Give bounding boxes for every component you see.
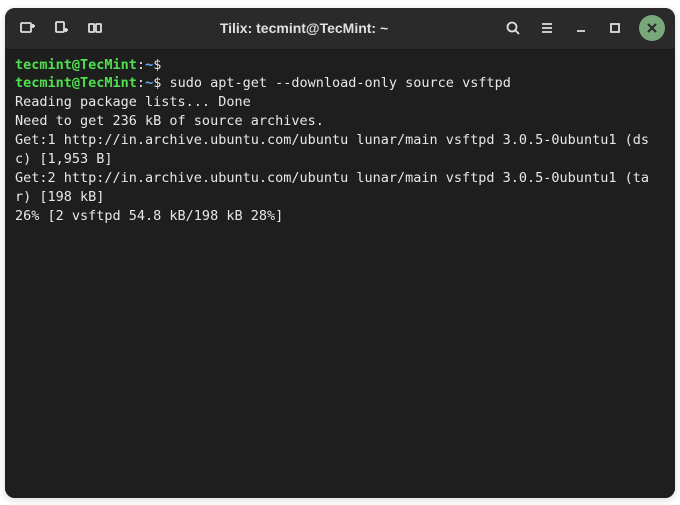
new-terminal-button[interactable] bbox=[11, 12, 43, 44]
window-title: Tilix: tecmint@TecMint: ~ bbox=[111, 20, 497, 36]
terminal-output-line: Get:1 http://in.archive.ubuntu.com/ubunt… bbox=[15, 131, 665, 169]
output-text: 26% [2 vsftpd 54.8 kB/198 kB 28%] bbox=[15, 208, 283, 224]
split-terminal-button[interactable] bbox=[79, 12, 111, 44]
output-text: Get:1 http://in.archive.ubuntu.com/ubunt… bbox=[15, 132, 649, 167]
prompt-command: sudo apt-get --download-only source vsft… bbox=[169, 75, 510, 91]
split-terminal-icon bbox=[87, 20, 103, 36]
terminal-body[interactable]: tecmint@TecMint:~$ tecmint@TecMint:~$ su… bbox=[5, 50, 675, 498]
close-button[interactable] bbox=[639, 15, 665, 41]
terminal-output-line: Get:2 http://in.archive.ubuntu.com/ubunt… bbox=[15, 169, 665, 207]
terminal-output-line: Need to get 236 kB of source archives. bbox=[15, 112, 665, 131]
prompt-dollar: $ bbox=[153, 75, 169, 91]
close-icon bbox=[646, 22, 658, 34]
terminal-output-line: 26% [2 vsftpd 54.8 kB/198 kB 28%] bbox=[15, 207, 665, 226]
titlebar-left-controls bbox=[11, 12, 111, 44]
output-text: Get:2 http://in.archive.ubuntu.com/ubunt… bbox=[15, 170, 649, 205]
prompt-path: ~ bbox=[145, 75, 153, 91]
prompt-user: tecmint@TecMint bbox=[15, 75, 137, 91]
hamburger-menu-icon bbox=[539, 20, 555, 36]
maximize-button[interactable] bbox=[599, 12, 631, 44]
minimize-button[interactable] bbox=[565, 12, 597, 44]
output-text: Reading package lists... Done bbox=[15, 94, 251, 110]
prompt-colon: : bbox=[137, 75, 145, 91]
terminal-window: Tilix: tecmint@TecMint: ~ bbox=[5, 8, 675, 498]
new-terminal-icon bbox=[19, 20, 35, 36]
prompt-dollar: $ bbox=[153, 57, 169, 73]
output-text: Need to get 236 kB of source archives. bbox=[15, 113, 324, 129]
minimize-icon bbox=[573, 20, 589, 36]
search-button[interactable] bbox=[497, 12, 529, 44]
add-tab-icon bbox=[53, 20, 69, 36]
prompt-user: tecmint@TecMint bbox=[15, 57, 137, 73]
search-icon bbox=[505, 20, 521, 36]
maximize-icon bbox=[607, 20, 623, 36]
terminal-output-line: Reading package lists... Done bbox=[15, 93, 665, 112]
menu-button[interactable] bbox=[531, 12, 563, 44]
terminal-prompt-line: tecmint@TecMint:~$ sudo apt-get --downlo… bbox=[15, 74, 665, 93]
prompt-colon: : bbox=[137, 57, 145, 73]
titlebar: Tilix: tecmint@TecMint: ~ bbox=[5, 8, 675, 50]
prompt-path: ~ bbox=[145, 57, 153, 73]
add-tab-button[interactable] bbox=[45, 12, 77, 44]
titlebar-right-controls bbox=[497, 12, 669, 44]
terminal-prompt-line: tecmint@TecMint:~$ bbox=[15, 56, 665, 75]
